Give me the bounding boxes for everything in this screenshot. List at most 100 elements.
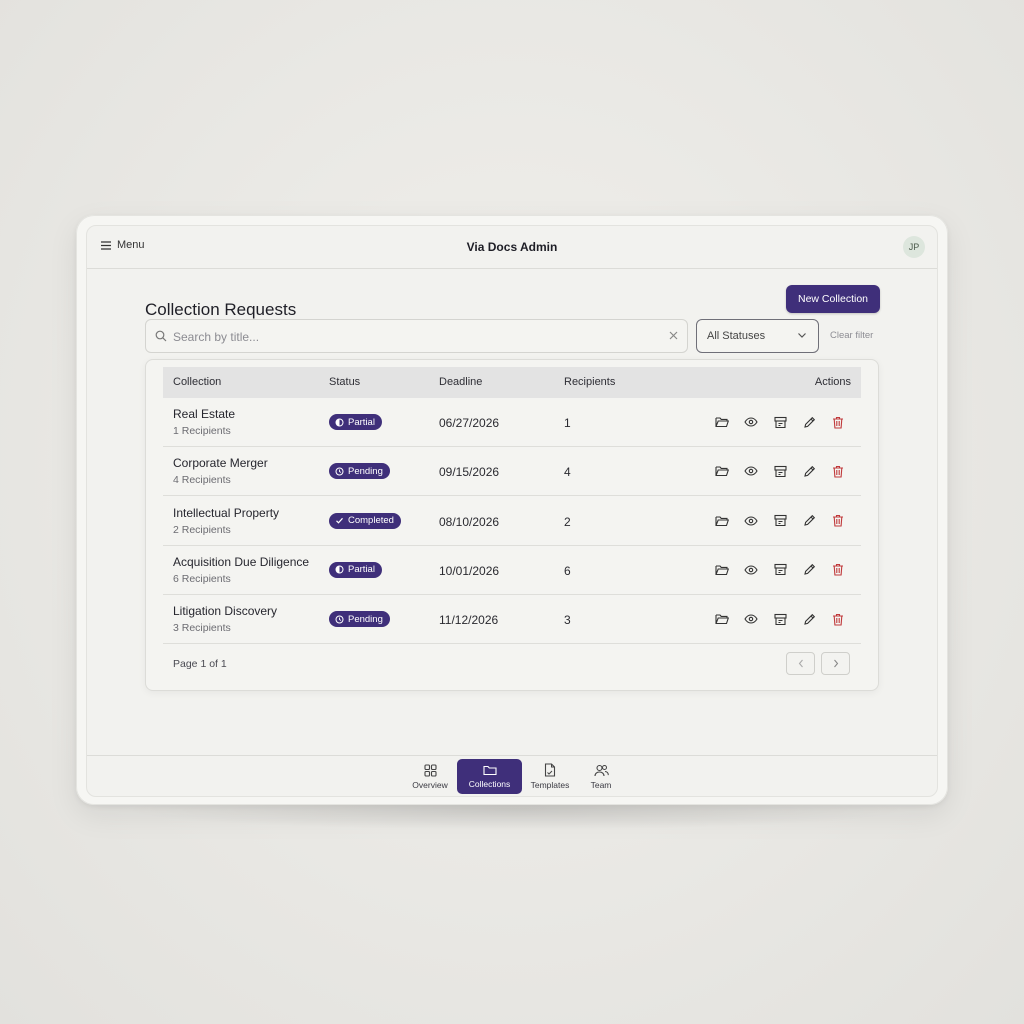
clear-search-icon[interactable] — [668, 330, 679, 341]
trash-icon[interactable] — [830, 513, 846, 529]
new-collection-button[interactable]: New Collection — [786, 285, 880, 313]
column-header-deadline: Deadline — [439, 376, 483, 388]
status-badge-label: Pending — [348, 465, 383, 477]
status-badge: Partial — [329, 414, 382, 430]
nav-collections-label: Collections — [468, 779, 511, 789]
table-row[interactable]: Corporate Merger 4 Recipients Pending 09/15… — [163, 447, 861, 497]
collection-name: Litigation Discovery — [173, 604, 278, 619]
pencil-icon[interactable] — [801, 414, 817, 430]
archive-icon[interactable] — [772, 463, 788, 479]
prev-page-button[interactable] — [786, 652, 815, 675]
recipients-cell: 1 — [564, 416, 571, 430]
folder-open-icon[interactable] — [714, 414, 730, 430]
status-filter-value: All Statuses — [707, 330, 766, 342]
next-page-button[interactable] — [821, 652, 850, 675]
grid-icon — [423, 763, 437, 777]
status-badge: Pending — [329, 611, 390, 628]
folder-icon — [482, 765, 497, 776]
trash-icon[interactable] — [830, 562, 846, 578]
clear-filter-link[interactable]: Clear filter — [830, 330, 873, 341]
status-badge-label: Partial — [348, 416, 375, 428]
archive-icon[interactable] — [772, 611, 788, 627]
avatar[interactable]: JP — [903, 236, 925, 258]
row-actions — [714, 562, 846, 578]
deadline-cell: 08/10/2026 — [439, 514, 500, 529]
status-badge: Completed — [329, 512, 401, 529]
chevron-left-icon — [798, 659, 803, 668]
folder-open-icon[interactable] — [714, 611, 730, 627]
archive-icon[interactable] — [772, 513, 788, 529]
collection-recipient-count: 3 Recipients — [173, 622, 231, 635]
status-badge-label: Partial — [348, 564, 375, 576]
nav-team-label: Team — [590, 779, 612, 790]
clock-icon — [335, 615, 344, 624]
folder-open-icon[interactable] — [714, 513, 730, 529]
recipients-cell: 2 — [564, 514, 571, 529]
recipients-cell: 6 — [564, 563, 571, 578]
half-circle-icon — [335, 565, 344, 574]
row-actions — [714, 463, 846, 479]
nav-team[interactable]: Team — [579, 759, 623, 794]
nav-overview-label: Overview — [412, 779, 448, 790]
table-row[interactable]: Intellectual Property 2 Recipients Complet… — [163, 497, 861, 546]
pagination-label: Page 1 of 1 — [173, 658, 227, 670]
half-circle-icon — [335, 418, 344, 427]
collection-name: Real Estate — [173, 407, 236, 421]
table-header: Collection Status Deadline Recipients Ac… — [163, 367, 861, 398]
collection-name: Acquisition Due Diligence — [173, 554, 310, 569]
bottom-navigation: Overview Collections Templates Team — [87, 755, 937, 796]
pencil-icon[interactable] — [801, 463, 817, 479]
trash-icon[interactable] — [830, 463, 846, 479]
row-actions — [714, 513, 846, 529]
status-badge: Partial — [329, 561, 382, 578]
nav-overview[interactable]: Overview — [405, 759, 455, 794]
table-row[interactable]: Real Estate 1 Recipients Partial 06/27/2026… — [163, 398, 861, 447]
column-header-collection: Collection — [173, 376, 222, 388]
status-filter-select[interactable]: All Statuses — [696, 319, 819, 353]
check-icon — [335, 516, 344, 525]
collection-recipient-count: 4 Recipients — [173, 474, 231, 487]
eye-icon[interactable] — [743, 414, 759, 430]
deadline-cell: 06/27/2026 — [439, 416, 500, 430]
pencil-icon[interactable] — [801, 611, 817, 627]
deadline-cell: 11/12/2026 — [439, 613, 499, 628]
archive-icon[interactable] — [772, 414, 788, 430]
trash-icon[interactable] — [830, 414, 846, 430]
document-icon — [544, 763, 556, 777]
nav-collections[interactable]: Collections — [457, 759, 522, 794]
folder-open-icon[interactable] — [714, 562, 730, 578]
eye-icon[interactable] — [743, 562, 759, 578]
search-input[interactable] — [173, 328, 653, 346]
nav-templates-label: Templates — [530, 780, 570, 790]
recipients-cell: 4 — [564, 465, 571, 480]
collection-recipient-count: 1 Recipients — [173, 425, 231, 437]
top-bar: Menu Via Docs Admin JP — [87, 226, 937, 269]
trash-icon[interactable] — [830, 611, 846, 627]
users-icon — [593, 764, 609, 776]
status-badge: Pending — [329, 463, 390, 480]
eye-icon[interactable] — [743, 611, 759, 627]
search-icon — [155, 330, 167, 342]
status-badge-label: Pending — [348, 613, 383, 625]
pencil-icon[interactable] — [801, 513, 817, 529]
search-field[interactable] — [145, 319, 688, 353]
archive-icon[interactable] — [772, 562, 788, 578]
page-title: Collection Requests — [145, 300, 297, 319]
folder-open-icon[interactable] — [714, 463, 730, 479]
table-row[interactable]: Acquisition Due Diligence 6 Recipients Par… — [163, 546, 861, 595]
pencil-icon[interactable] — [801, 562, 817, 578]
collection-recipient-count: 6 Recipients — [173, 572, 231, 585]
eye-icon[interactable] — [743, 463, 759, 479]
app-title: Via Docs Admin — [466, 240, 558, 254]
collection-name: Intellectual Property — [173, 505, 280, 520]
deadline-cell: 10/01/2026 — [439, 563, 500, 578]
collection-recipient-count: 2 Recipients — [173, 523, 231, 536]
nav-templates[interactable]: Templates — [525, 759, 575, 794]
clock-icon — [335, 467, 344, 476]
recipients-cell: 3 — [564, 613, 571, 628]
table-row[interactable]: Litigation Discovery 3 Recipients Pending 1… — [163, 595, 861, 645]
column-header-recipients: Recipients — [564, 376, 616, 388]
row-actions — [714, 414, 846, 430]
collections-table-card: Collection Status Deadline Recipients Ac… — [145, 359, 879, 691]
eye-icon[interactable] — [743, 513, 759, 529]
